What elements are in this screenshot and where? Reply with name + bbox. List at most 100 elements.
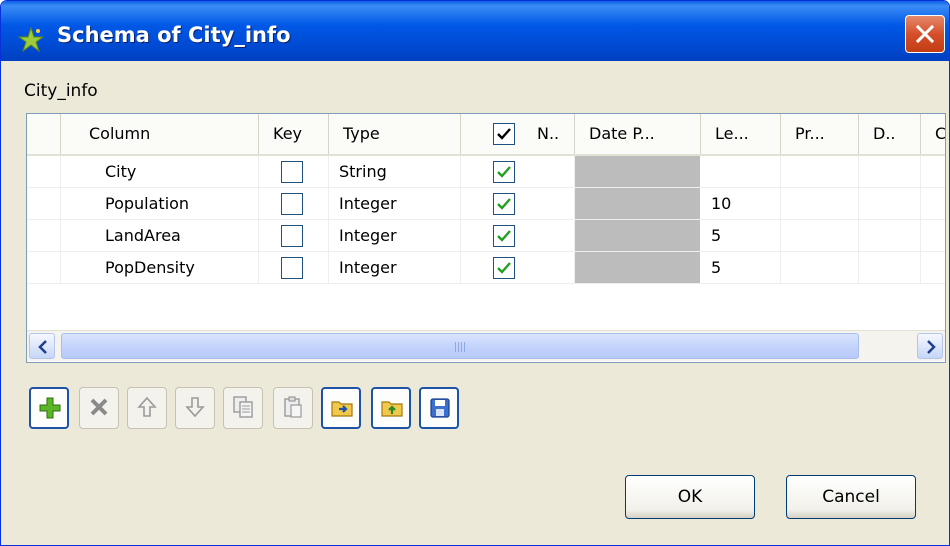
cell-date-pattern[interactable]: [575, 156, 701, 188]
cell-key[interactable]: [259, 252, 329, 284]
cell-key[interactable]: [259, 220, 329, 252]
select-all-checkbox[interactable]: [493, 123, 515, 145]
cell-nullable[interactable]: [461, 220, 575, 252]
cell-date-pattern[interactable]: [575, 220, 701, 252]
move-up-button[interactable]: [127, 387, 167, 429]
key-checkbox[interactable]: [281, 257, 303, 279]
column-header-precision[interactable]: Pr...: [781, 114, 859, 154]
cell-spacer: [921, 252, 945, 284]
cell-nullable[interactable]: [461, 156, 575, 188]
nullable-checkbox[interactable]: [493, 193, 515, 215]
schema-name-label: City_info: [24, 81, 98, 101]
paste-icon: [284, 396, 302, 418]
window-title: Schema of City_info: [57, 23, 291, 47]
cell-column[interactable]: LandArea: [61, 220, 259, 252]
paste-button[interactable]: [273, 387, 313, 429]
check-icon: [497, 262, 511, 274]
column-header-type[interactable]: Type: [329, 114, 461, 154]
column-header-length[interactable]: Le...: [701, 114, 781, 154]
cell-length[interactable]: 5: [701, 252, 781, 284]
import-icon: [331, 401, 353, 417]
cell-default[interactable]: [859, 188, 921, 220]
cell-precision[interactable]: [781, 220, 859, 252]
cell-nullable[interactable]: [461, 188, 575, 220]
title-bar[interactable]: Schema of City_info: [1, 1, 949, 61]
cell-length[interactable]: [701, 156, 781, 188]
cell-key[interactable]: [259, 188, 329, 220]
cell-precision[interactable]: [781, 252, 859, 284]
export-button[interactable]: [371, 387, 411, 429]
nullable-checkbox[interactable]: [493, 257, 515, 279]
key-checkbox[interactable]: [281, 225, 303, 247]
cell-precision[interactable]: [781, 156, 859, 188]
cell-type[interactable]: String: [329, 156, 461, 188]
check-icon: [497, 128, 511, 140]
key-checkbox[interactable]: [281, 161, 303, 183]
nullable-checkbox[interactable]: [493, 161, 515, 183]
scroll-thumb[interactable]: [61, 333, 859, 359]
row-header-corner: [27, 114, 61, 154]
table-row[interactable]: City String: [27, 156, 945, 188]
move-down-icon: [185, 397, 205, 418]
cell-type[interactable]: Integer: [329, 252, 461, 284]
cell-spacer: [27, 220, 61, 252]
add-icon: [39, 397, 61, 419]
save-button[interactable]: [419, 387, 459, 429]
cell-column[interactable]: PopDensity: [61, 252, 259, 284]
nullable-checkbox[interactable]: [493, 225, 515, 247]
cell-date-pattern[interactable]: [575, 252, 701, 284]
table-row[interactable]: LandArea Integer 5: [27, 220, 945, 252]
cell-length[interactable]: 5: [701, 220, 781, 252]
column-header-comment[interactable]: C: [921, 114, 945, 154]
export-icon: [381, 401, 403, 417]
arrow-right-icon: [927, 340, 936, 354]
cell-precision[interactable]: [781, 188, 859, 220]
scroll-right-button[interactable]: [917, 333, 943, 359]
cell-default[interactable]: [859, 156, 921, 188]
delete-icon: [90, 398, 108, 416]
move-up-icon: [137, 396, 157, 417]
column-header-key[interactable]: Key: [259, 114, 329, 154]
cell-column[interactable]: Population: [61, 188, 259, 220]
import-button[interactable]: [321, 387, 361, 429]
key-checkbox[interactable]: [281, 193, 303, 215]
column-header-date-pattern[interactable]: Date P...: [575, 114, 701, 154]
schema-dialog: Schema of City_info City_info Column Key…: [0, 0, 950, 546]
cancel-button[interactable]: Cancel: [786, 475, 916, 519]
delete-button[interactable]: [79, 387, 119, 429]
cell-column[interactable]: City: [61, 156, 259, 188]
cell-date-pattern[interactable]: [575, 188, 701, 220]
copy-icon: [233, 396, 253, 418]
schema-table[interactable]: Column Key Type N.. Date P... Le... Pr..…: [26, 113, 946, 363]
ok-button[interactable]: OK: [625, 475, 755, 519]
cell-type[interactable]: Integer: [329, 188, 461, 220]
cell-nullable[interactable]: [461, 252, 575, 284]
cell-spacer: [921, 156, 945, 188]
dialog-body: City_info Column Key Type N.. Date P... …: [4, 61, 948, 545]
column-header-default[interactable]: D..: [859, 114, 921, 154]
cell-type[interactable]: Integer: [329, 220, 461, 252]
nullable-header-label: N..: [537, 124, 560, 143]
move-down-button[interactable]: [175, 387, 215, 429]
cell-default[interactable]: [859, 252, 921, 284]
save-icon: [430, 398, 450, 418]
cell-key[interactable]: [259, 156, 329, 188]
cell-spacer: [921, 220, 945, 252]
cell-default[interactable]: [859, 220, 921, 252]
cell-spacer: [27, 188, 61, 220]
column-header-column[interactable]: Column: [61, 114, 259, 154]
close-icon: [915, 24, 935, 44]
table-row[interactable]: PopDensity Integer 5: [27, 252, 945, 284]
copy-button[interactable]: [223, 387, 263, 429]
cell-spacer: [27, 156, 61, 188]
horizontal-scrollbar[interactable]: [27, 330, 945, 361]
column-header-nullable[interactable]: N..: [461, 114, 575, 154]
check-icon: [497, 166, 511, 178]
table-header: Column Key Type N.. Date P... Le... Pr..…: [27, 114, 945, 156]
scroll-left-button[interactable]: [29, 333, 55, 359]
add-button[interactable]: [29, 387, 69, 429]
cell-spacer: [27, 252, 61, 284]
cell-length[interactable]: 10: [701, 188, 781, 220]
table-row[interactable]: Population Integer 10: [27, 188, 945, 220]
close-button[interactable]: [905, 15, 945, 53]
